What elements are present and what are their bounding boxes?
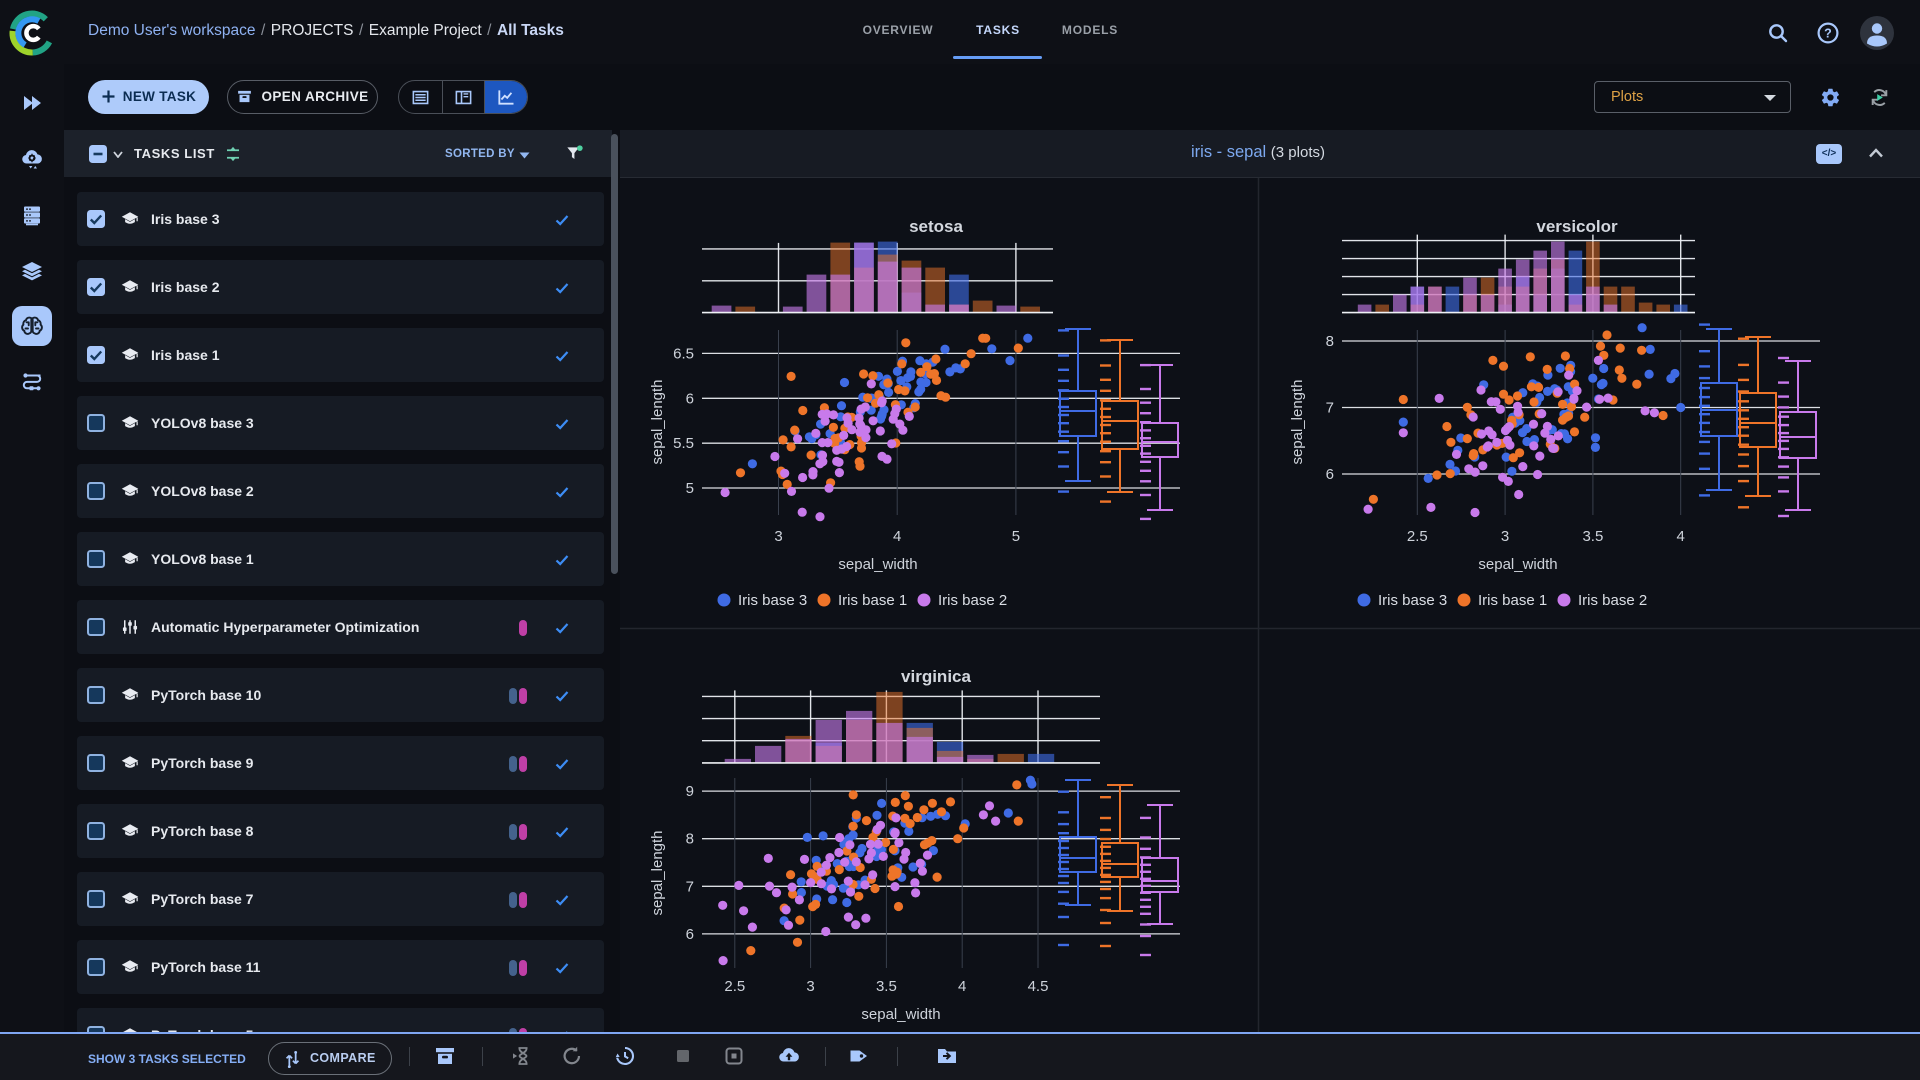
svg-text:sepal_length: sepal_length <box>1289 379 1306 464</box>
svg-text:4: 4 <box>893 528 901 545</box>
svg-text:versicolor: versicolor <box>1536 217 1618 236</box>
svg-text:virginica: virginica <box>901 667 971 686</box>
svg-text:6: 6 <box>686 390 694 407</box>
svg-text:3: 3 <box>1501 528 1509 545</box>
svg-text:5.5: 5.5 <box>673 435 694 452</box>
svg-text:7: 7 <box>686 878 694 895</box>
svg-text:6: 6 <box>686 926 694 943</box>
svg-text:4: 4 <box>1677 528 1685 545</box>
svg-text:5: 5 <box>686 480 694 497</box>
svg-text:Iris base 2: Iris base 2 <box>1578 592 1647 609</box>
svg-text:4: 4 <box>958 978 966 995</box>
svg-text:setosa: setosa <box>909 217 963 236</box>
svg-text:Iris base 1: Iris base 1 <box>838 592 907 609</box>
svg-text:sepal_width: sepal_width <box>1478 556 1557 573</box>
svg-text:Iris base 3: Iris base 3 <box>738 592 807 609</box>
svg-text:3: 3 <box>806 978 814 995</box>
svg-text:5: 5 <box>1012 528 1020 545</box>
svg-text:9: 9 <box>686 783 694 800</box>
svg-text:8: 8 <box>686 831 694 848</box>
svg-text:sepal_length: sepal_length <box>649 379 666 464</box>
svg-text:Iris base 3: Iris base 3 <box>1378 592 1447 609</box>
svg-text:sepal_width: sepal_width <box>861 1006 940 1023</box>
svg-text:6.5: 6.5 <box>673 345 694 362</box>
svg-text:4.5: 4.5 <box>1028 978 1049 995</box>
svg-text:sepal_length: sepal_length <box>649 830 666 915</box>
svg-text:Iris base 2: Iris base 2 <box>938 592 1007 609</box>
svg-text:8: 8 <box>1326 333 1334 350</box>
svg-text:2.5: 2.5 <box>1407 528 1428 545</box>
svg-text:2.5: 2.5 <box>724 978 745 995</box>
svg-text:6: 6 <box>1326 466 1334 483</box>
svg-text:3.5: 3.5 <box>1582 528 1603 545</box>
svg-text:sepal_width: sepal_width <box>838 556 917 573</box>
svg-text:7: 7 <box>1326 400 1334 417</box>
svg-text:?: ? <box>1824 27 1832 41</box>
svg-text:3.5: 3.5 <box>876 978 897 995</box>
svg-text:Iris base 1: Iris base 1 <box>1478 592 1547 609</box>
svg-text:3: 3 <box>774 528 782 545</box>
